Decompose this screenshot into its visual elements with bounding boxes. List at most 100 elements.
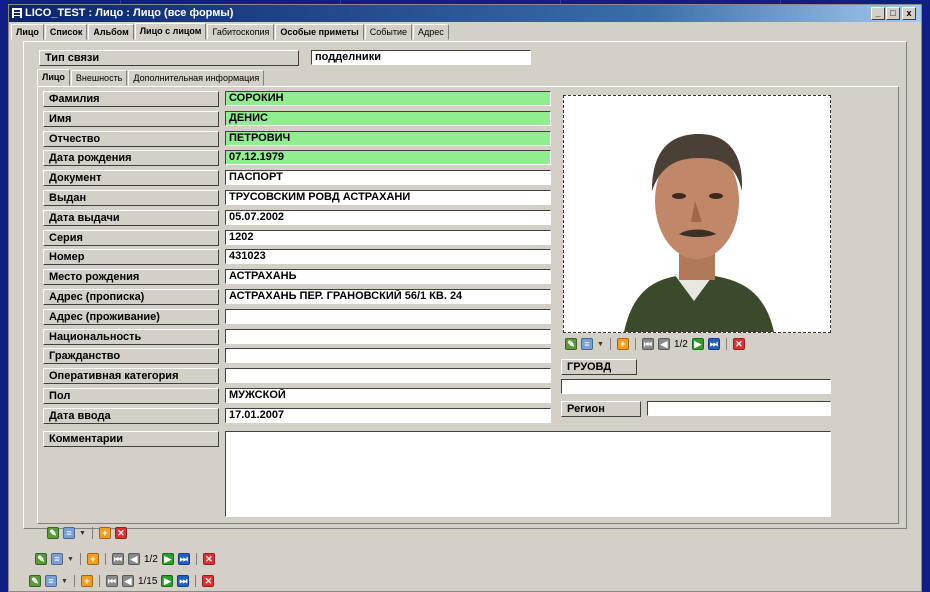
field-input[interactable] <box>225 328 551 344</box>
field-label[interactable]: Адрес (проживание) <box>43 308 219 325</box>
field-label[interactable]: Дата ввода <box>43 407 219 424</box>
photo-nav-toolbar: ✎ ≡ ▼ + ⏮ ◀ 1/2 ▶ ⏭ ✕ <box>565 336 745 352</box>
delete-icon[interactable]: ✕ <box>202 553 215 565</box>
delete-icon[interactable]: ✕ <box>114 527 127 539</box>
field-label[interactable]: Национальность <box>43 328 219 345</box>
link-type-label[interactable]: Тип связи <box>39 50 299 66</box>
add-icon[interactable]: + <box>86 553 99 565</box>
minimize-button[interactable]: _ <box>871 7 885 20</box>
prev-record-icon[interactable]: ◀ <box>127 553 140 565</box>
field-input[interactable]: 07.12.1979 <box>225 150 551 166</box>
link-icon[interactable]: ✎ <box>29 575 41 587</box>
field-label[interactable]: Серия <box>43 229 219 246</box>
tab-5[interactable]: Особые приметы <box>275 24 364 40</box>
tab-4[interactable]: Габитоскопия <box>207 24 275 40</box>
field-input[interactable] <box>225 368 551 384</box>
next-record-icon[interactable]: ▶ <box>161 553 174 565</box>
first-record-icon[interactable]: ⏮ <box>641 338 654 350</box>
field-label[interactable]: Дата выдачи <box>43 209 219 226</box>
link-icon[interactable]: ✎ <box>35 553 47 565</box>
dropdown-arrow-icon[interactable]: ▼ <box>597 341 604 348</box>
field-label[interactable]: Фамилия <box>43 91 219 107</box>
comments-field[interactable] <box>225 431 831 517</box>
document-icon[interactable]: ≡ <box>51 553 63 565</box>
prev-record-icon[interactable]: ◀ <box>121 575 134 587</box>
dropdown-arrow-icon[interactable]: ▼ <box>67 556 74 563</box>
app-icon[interactable] <box>11 7 23 19</box>
field-input[interactable]: АСТРАХАНЬ <box>225 269 551 285</box>
field-label[interactable]: Отчество <box>43 130 219 147</box>
maximize-button[interactable]: □ <box>886 7 900 20</box>
field-input[interactable]: ТРУСОВСКИМ РОВД АСТРАХАНИ <box>225 190 551 205</box>
field-input[interactable] <box>225 348 551 364</box>
field-input[interactable]: 17.01.2007 <box>225 407 551 423</box>
first-record-icon[interactable]: ⏮ <box>111 553 124 565</box>
field-input[interactable]: 1202 <box>225 229 551 245</box>
region-label[interactable]: Регион <box>561 401 641 417</box>
field-input[interactable]: АСТРАХАНЬ ПЕР. ГРАНОВСКИЙ 56/1 КВ. 24 <box>225 289 551 304</box>
field-input[interactable]: ДЕНИС <box>225 110 551 126</box>
field-label[interactable]: Номер <box>43 249 219 266</box>
document-icon[interactable]: ≡ <box>581 338 593 350</box>
delete-icon[interactable]: ✕ <box>732 338 745 350</box>
tab-1[interactable]: Список <box>44 24 88 40</box>
dropdown-arrow-icon[interactable]: ▼ <box>61 578 68 585</box>
field-label[interactable]: Документ <box>43 170 219 187</box>
field-input[interactable]: СОРОКИН <box>225 91 551 106</box>
tab-6[interactable]: Событие <box>364 24 413 40</box>
field-input[interactable]: МУЖСКОЙ <box>225 388 551 403</box>
tab-2[interactable]: Альбом <box>88 24 134 40</box>
window-titlebar[interactable]: LICO_TEST : Лицо : Лицо (все формы) _ □ … <box>9 5 921 22</box>
field-label[interactable]: Дата рождения <box>43 150 219 167</box>
tab-3[interactable]: Лицо с лицом <box>134 23 207 40</box>
bottom-counter: 1/15 <box>137 575 158 587</box>
field-label[interactable]: Пол <box>43 388 219 404</box>
field-label[interactable]: Гражданство <box>43 348 219 365</box>
first-record-icon[interactable]: ⏮ <box>105 575 118 587</box>
region-field[interactable] <box>647 401 831 416</box>
document-icon[interactable]: ≡ <box>63 527 75 539</box>
next-record-icon[interactable]: ▶ <box>161 575 174 587</box>
field-label[interactable]: Место рождения <box>43 269 219 286</box>
link-type-field[interactable]: подделники <box>311 50 531 65</box>
field-input[interactable]: 05.07.2002 <box>225 209 551 225</box>
tab-7[interactable]: Адрес <box>413 24 449 40</box>
subtab-1[interactable]: Внешность <box>70 70 128 86</box>
gruovd-field[interactable] <box>561 379 831 394</box>
field-input[interactable]: ПАСПОРТ <box>225 170 551 186</box>
link-icon[interactable]: ✎ <box>565 338 577 350</box>
gruovd-button[interactable]: ГРУОВД <box>561 359 637 375</box>
bottom-nav-toolbar: ✎ ≡ ▼ + ⏮ ◀ 1/15 ▶ ⏭ ✕ <box>29 573 215 589</box>
close-button[interactable]: x <box>902 7 916 20</box>
last-record-icon[interactable]: ⏭ <box>177 575 190 587</box>
sub-tabs: Лицо Внешность Дополнительная информация <box>37 69 265 86</box>
mid-counter: 1/2 <box>143 553 158 565</box>
field-label[interactable]: Адрес (прописка) <box>43 289 219 305</box>
prev-record-icon[interactable]: ◀ <box>657 338 670 350</box>
portrait-image <box>564 96 830 332</box>
link-icon[interactable]: ✎ <box>47 527 59 539</box>
field-label[interactable]: Выдан <box>43 190 219 206</box>
last-record-icon[interactable]: ⏭ <box>707 338 720 350</box>
add-icon[interactable]: + <box>616 338 629 350</box>
form-toolbar: ✎ ≡ ▼ + ✕ <box>47 525 127 541</box>
tab-0[interactable]: Лицо <box>11 24 44 40</box>
document-icon[interactable]: ≡ <box>45 575 57 587</box>
next-record-icon[interactable]: ▶ <box>691 338 704 350</box>
field-input[interactable]: 431023 <box>225 249 551 265</box>
subtab-2[interactable]: Дополнительная информация <box>128 70 265 86</box>
main-tabs: Лицо Список Альбом Лицо с лицом Габитоскопия… <box>11 23 450 40</box>
window-title: LICO_TEST : Лицо : Лицо (все формы) <box>25 7 234 19</box>
person-photo[interactable] <box>563 95 831 333</box>
field-label[interactable]: Оперативная категория <box>43 368 219 385</box>
comments-label[interactable]: Комментарии <box>43 431 219 447</box>
last-record-icon[interactable]: ⏭ <box>177 553 190 565</box>
field-input[interactable] <box>225 308 551 324</box>
add-icon[interactable]: + <box>80 575 93 587</box>
dropdown-arrow-icon[interactable]: ▼ <box>79 530 86 537</box>
field-label[interactable]: Имя <box>43 110 219 127</box>
field-input[interactable]: ПЕТРОВИЧ <box>225 130 551 146</box>
subtab-0[interactable]: Лицо <box>37 69 70 86</box>
delete-icon[interactable]: ✕ <box>202 575 215 587</box>
add-icon[interactable]: + <box>98 527 111 539</box>
